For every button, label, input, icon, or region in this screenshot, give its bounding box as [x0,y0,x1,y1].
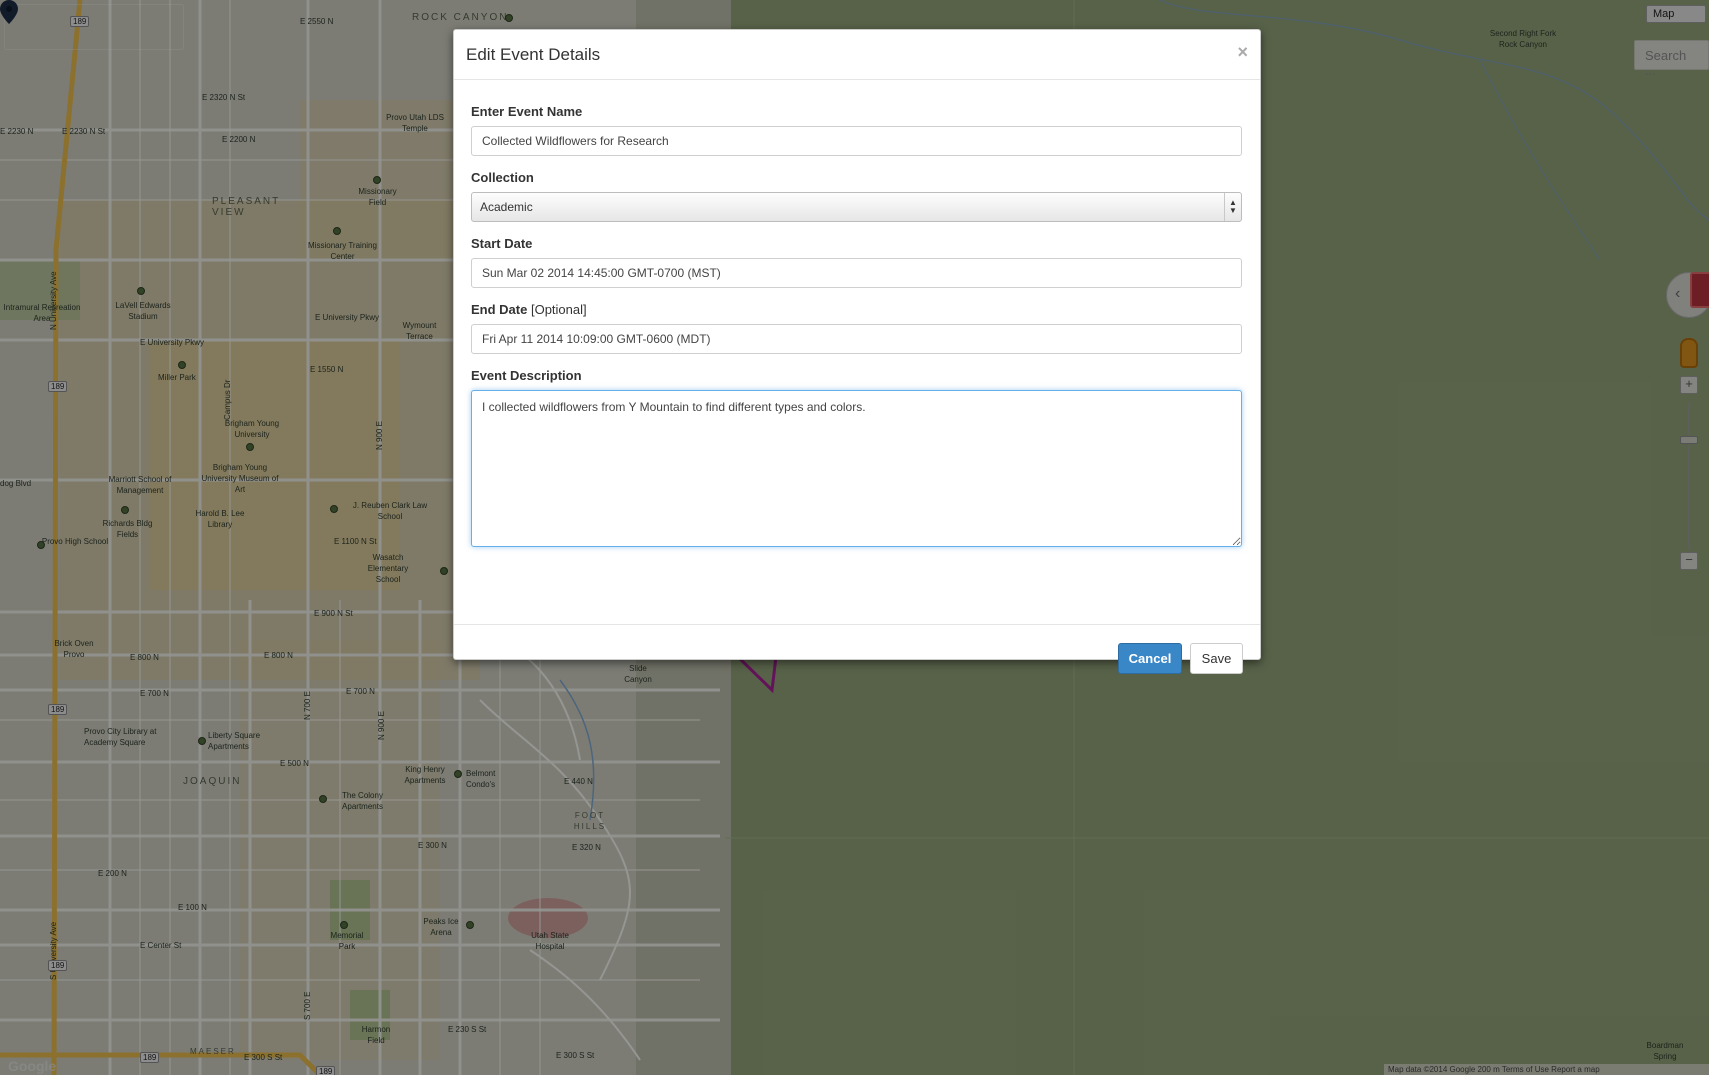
collection-select[interactable]: Academic ▲ ▼ [471,192,1242,222]
close-icon[interactable]: × [1237,43,1248,61]
description-group: Event Description I collected wildflower… [471,368,1243,547]
event-name-label: Enter Event Name [471,104,583,119]
select-arrows-icon: ▲ ▼ [1224,193,1241,221]
dialog-body: Enter Event Name Collected Wildflowers f… [454,80,1260,625]
dialog-header: Edit Event Details × [454,30,1260,80]
event-name-input[interactable]: Collected Wildflowers for Research [471,126,1242,156]
start-date-input[interactable]: Sun Mar 02 2014 14:45:00 GMT-0700 (MST) [471,258,1242,288]
dialog-footer: Cancel Save [454,625,1260,689]
start-date-group: Start Date Sun Mar 02 2014 14:45:00 GMT-… [471,236,1243,288]
collection-selected-value: Academic [480,200,533,214]
start-date-label: Start Date [471,236,533,251]
event-name-group: Enter Event Name Collected Wildflowers f… [471,104,1243,156]
cancel-button[interactable]: Cancel [1118,643,1182,674]
optional-tag: [Optional] [530,302,587,317]
save-button[interactable]: Save [1190,643,1243,674]
dialog-title: Edit Event Details [466,45,601,64]
end-date-input[interactable]: Fri Apr 11 2014 10:09:00 GMT-0600 (MDT) [471,324,1242,354]
end-date-group: End Date [Optional] Fri Apr 11 2014 10:0… [471,302,1243,354]
description-label: Event Description [471,368,582,383]
end-date-label-wrap: End Date [Optional] [471,302,1243,317]
end-date-label: End Date [471,302,528,317]
collection-label: Collection [471,170,534,185]
description-textarea[interactable]: I collected wildflowers from Y Mountain … [471,390,1242,547]
collection-group: Collection Academic ▲ ▼ [471,170,1243,222]
edit-event-dialog: Edit Event Details × Enter Event Name Co… [453,29,1261,674]
